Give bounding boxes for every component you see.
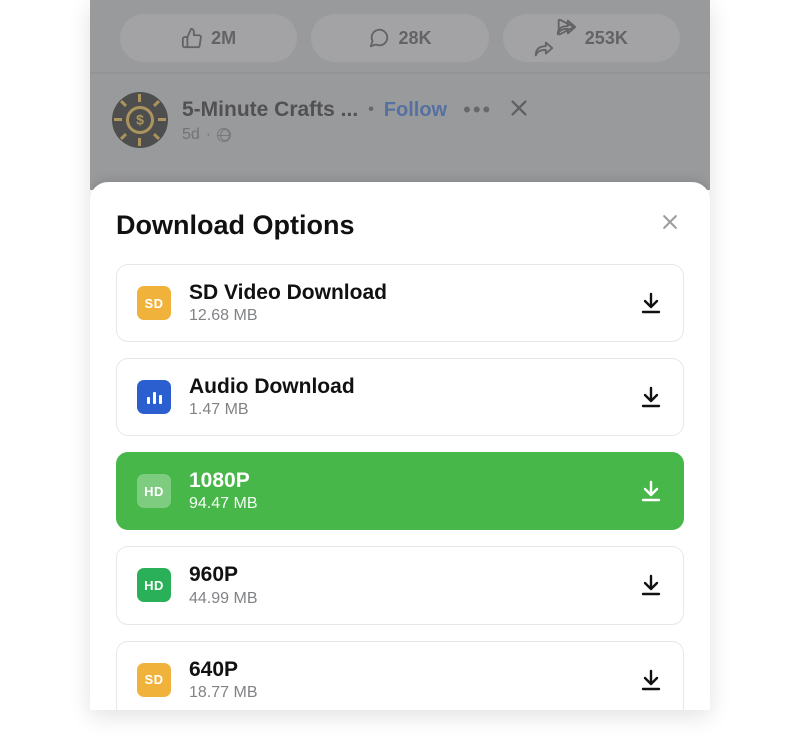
- share-count: 253K: [585, 28, 628, 49]
- page-name[interactable]: 5-Minute Crafts ...: [182, 98, 358, 122]
- comment-button[interactable]: 28K: [311, 14, 488, 62]
- option-size: 18.77 MB: [189, 684, 621, 702]
- download-option[interactable]: SD SD Video Download 12.68 MB: [116, 264, 684, 342]
- engagement-bar: 2M 28K 253K: [90, 0, 710, 74]
- app-frame: 2M 28K 253K: [90, 0, 710, 710]
- option-size: 12.68 MB: [189, 307, 621, 325]
- option-texts: Audio Download 1.47 MB: [189, 375, 621, 419]
- download-icon: [639, 668, 663, 692]
- sd-badge-icon: SD: [137, 286, 171, 320]
- download-option[interactable]: SD 640P 18.77 MB: [116, 641, 684, 710]
- like-button[interactable]: 2M: [120, 14, 297, 62]
- download-icon: [639, 385, 663, 409]
- share-button[interactable]: 253K: [503, 14, 680, 62]
- page-avatar[interactable]: [112, 92, 168, 148]
- sd-badge-icon: SD: [137, 663, 171, 697]
- option-label: SD Video Download: [189, 281, 621, 305]
- option-texts: 1080P 94.47 MB: [189, 469, 621, 513]
- comment-count: 28K: [398, 28, 431, 49]
- option-size: 1.47 MB: [189, 401, 621, 419]
- thumbs-up-icon: [181, 27, 203, 49]
- download-icon: [639, 291, 663, 315]
- download-option[interactable]: HD 960P 44.99 MB: [116, 546, 684, 624]
- option-texts: SD Video Download 12.68 MB: [189, 281, 621, 325]
- option-label: 960P: [189, 563, 621, 587]
- more-options-button[interactable]: •••: [457, 97, 498, 123]
- sheet-title: Download Options: [116, 210, 354, 241]
- download-icon: [639, 573, 663, 597]
- option-size: 44.99 MB: [189, 590, 621, 608]
- download-option[interactable]: Audio Download 1.47 MB: [116, 358, 684, 436]
- like-count: 2M: [211, 28, 236, 49]
- post-age: 5d: [182, 126, 200, 144]
- hd-badge-icon: HD: [137, 568, 171, 602]
- dismiss-post-button[interactable]: [508, 97, 530, 124]
- lightbulb-icon: [126, 106, 154, 134]
- option-size: 94.47 MB: [189, 495, 621, 513]
- close-sheet-button[interactable]: [656, 208, 684, 242]
- comment-icon: [368, 27, 390, 49]
- post-header: 5-Minute Crafts ... • Follow ••• 5d ·: [90, 74, 710, 148]
- download-options-sheet: Download Options SD SD Video Download 12.6…: [90, 182, 710, 710]
- option-texts: 960P 44.99 MB: [189, 563, 621, 607]
- audio-icon: [137, 380, 171, 414]
- globe-icon: [217, 128, 231, 142]
- background-post: 2M 28K 253K: [90, 0, 710, 190]
- separator-dot: ·: [206, 126, 211, 144]
- option-label: 1080P: [189, 469, 621, 493]
- download-icon: [639, 479, 663, 503]
- option-label: 640P: [189, 658, 621, 682]
- separator-dot: •: [368, 101, 374, 119]
- follow-button[interactable]: Follow: [384, 99, 447, 122]
- share-icon: [555, 16, 577, 60]
- download-options-list: SD SD Video Download 12.68 MB Audio Downloa…: [116, 264, 684, 710]
- download-option[interactable]: HD 1080P 94.47 MB: [116, 452, 684, 530]
- hd-badge-icon: HD: [137, 474, 171, 508]
- option-texts: 640P 18.77 MB: [189, 658, 621, 702]
- option-label: Audio Download: [189, 375, 621, 399]
